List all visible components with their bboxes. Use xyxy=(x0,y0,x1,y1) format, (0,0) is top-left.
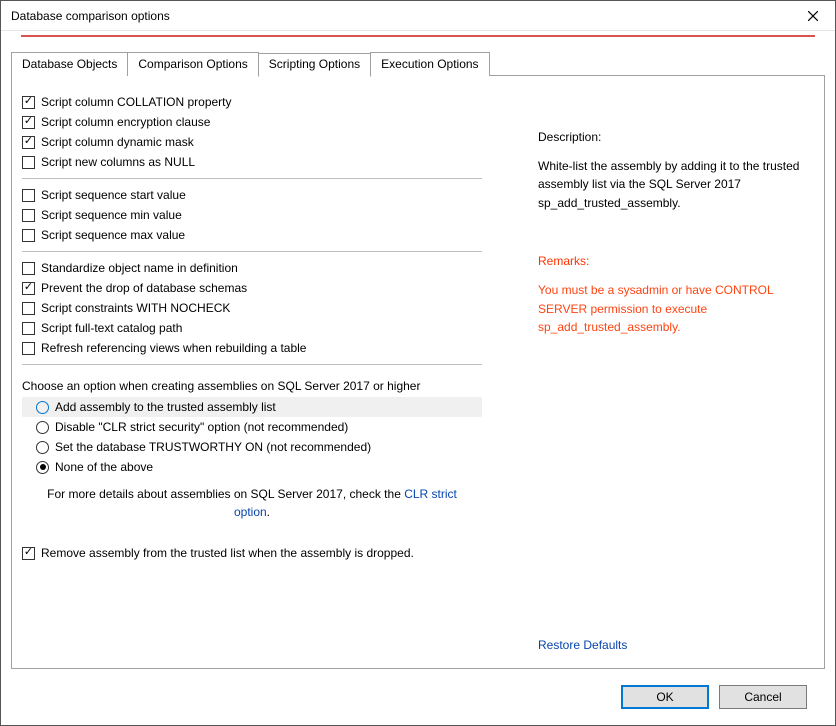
close-button[interactable] xyxy=(790,1,835,30)
radio-label: None of the above xyxy=(55,460,153,474)
titlebar: Database comparison options xyxy=(1,1,835,31)
radio[interactable] xyxy=(36,401,49,414)
option-label: Script full-text catalog path xyxy=(41,321,182,335)
option-group-assembly: Choose an option when creating assemblie… xyxy=(22,365,482,529)
option-label: Script column encryption clause xyxy=(41,115,210,129)
checkbox[interactable] xyxy=(22,136,35,149)
ok-button[interactable]: OK xyxy=(621,685,709,709)
cancel-button[interactable]: Cancel xyxy=(719,685,807,709)
tab-label: Scripting Options xyxy=(269,57,360,71)
option-label: Prevent the drop of database schemas xyxy=(41,281,247,295)
option-label: Script new columns as NULL xyxy=(41,155,195,169)
option-group-columns: Script column COLLATION property Script … xyxy=(22,86,482,179)
accent-divider xyxy=(21,35,815,37)
option-label: Script sequence min value xyxy=(41,208,182,222)
dialog-window: Database comparison options Database Obj… xyxy=(0,0,836,726)
options-pane: Script column COLLATION property Script … xyxy=(12,76,524,668)
radio[interactable] xyxy=(36,461,49,474)
tab-database-objects[interactable]: Database Objects xyxy=(11,52,128,76)
option-group-sequence: Script sequence start value Script seque… xyxy=(22,179,482,252)
checkbox[interactable] xyxy=(22,116,35,129)
tab-label: Execution Options xyxy=(381,57,478,71)
footnote-text: For more details about assemblies on SQL… xyxy=(47,487,404,501)
restore-defaults-link[interactable]: Restore Defaults xyxy=(538,638,810,652)
tab-panel: Script column COLLATION property Script … xyxy=(11,75,825,669)
option-label: Remove assembly from the trusted list wh… xyxy=(41,546,414,560)
option-group-misc: Standardize object name in definition Pr… xyxy=(22,252,482,365)
option-label: Refresh referencing views when rebuildin… xyxy=(41,341,306,355)
dialog-body: Database Objects Comparison Options Scri… xyxy=(1,31,835,725)
checkbox[interactable] xyxy=(22,189,35,202)
radio-label: Disable "CLR strict security" option (no… xyxy=(55,420,348,434)
option-group-remove-assembly: Remove assembly from the trusted list wh… xyxy=(22,529,482,569)
tab-label: Database Objects xyxy=(22,57,117,71)
footnote-text: . xyxy=(267,505,270,519)
tab-scripting-options[interactable]: Scripting Options xyxy=(258,53,371,77)
tab-execution-options[interactable]: Execution Options xyxy=(370,52,489,76)
checkbox[interactable] xyxy=(22,342,35,355)
checkbox[interactable] xyxy=(22,156,35,169)
tab-strip: Database Objects Comparison Options Scri… xyxy=(11,51,825,75)
assembly-footnote: For more details about assemblies on SQL… xyxy=(22,477,482,523)
option-label: Script constraints WITH NOCHECK xyxy=(41,301,230,315)
button-label: Cancel xyxy=(744,690,781,704)
tab-label: Comparison Options xyxy=(138,57,247,71)
radio[interactable] xyxy=(36,421,49,434)
checkbox[interactable] xyxy=(22,229,35,242)
assembly-heading: Choose an option when creating assemblie… xyxy=(22,371,482,397)
description-pane: Description: White-list the assembly by … xyxy=(524,76,824,668)
radio-label: Set the database TRUSTWORTHY ON (not rec… xyxy=(55,440,371,454)
button-label: OK xyxy=(656,690,673,704)
checkbox[interactable] xyxy=(22,302,35,315)
checkbox[interactable] xyxy=(22,209,35,222)
option-label: Standardize object name in definition xyxy=(41,261,238,275)
checkbox[interactable] xyxy=(22,262,35,275)
checkbox[interactable] xyxy=(22,282,35,295)
window-title: Database comparison options xyxy=(11,9,170,23)
option-label: Script column COLLATION property xyxy=(41,95,232,109)
checkbox[interactable] xyxy=(22,322,35,335)
description-block: Description: White-list the assembly by … xyxy=(538,128,810,337)
description-body: White-list the assembly by adding it to … xyxy=(538,157,810,213)
remarks-title: Remarks: xyxy=(538,252,810,271)
checkbox[interactable] xyxy=(22,547,35,560)
option-label: Script sequence max value xyxy=(41,228,185,242)
dialog-footer: OK Cancel xyxy=(11,669,825,725)
tab-comparison-options[interactable]: Comparison Options xyxy=(127,52,258,76)
description-title: Description: xyxy=(538,128,810,147)
close-icon xyxy=(808,11,818,21)
remarks-body: You must be a sysadmin or have CONTROL S… xyxy=(538,281,810,337)
option-label: Script sequence start value xyxy=(41,188,186,202)
radio[interactable] xyxy=(36,441,49,454)
options-scroll[interactable]: Script column COLLATION property Script … xyxy=(22,86,524,658)
radio-label: Add assembly to the trusted assembly lis… xyxy=(55,400,276,414)
checkbox[interactable] xyxy=(22,96,35,109)
option-label: Script column dynamic mask xyxy=(41,135,194,149)
